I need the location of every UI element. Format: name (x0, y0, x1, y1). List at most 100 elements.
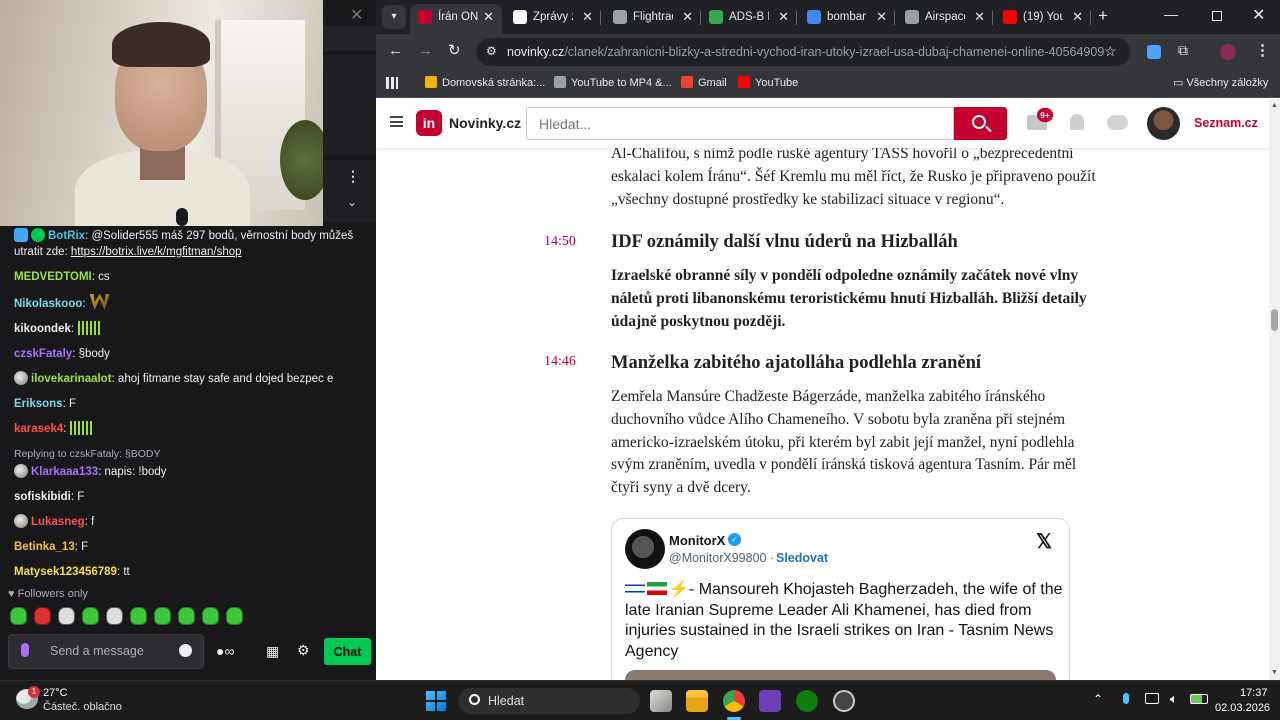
chat-send-button[interactable]: Chat (324, 638, 371, 665)
chat-username[interactable]: MEDVEDTOMI (14, 271, 92, 283)
emote[interactable] (226, 607, 243, 625)
tab-search-button[interactable]: ▾ (382, 5, 406, 29)
taskbar-search[interactable]: Hledat (458, 688, 640, 714)
clock-date[interactable]: 02.03.2026 (1215, 702, 1270, 714)
microphone-icon[interactable] (1123, 693, 1129, 704)
emote[interactable] (202, 607, 219, 625)
battery-icon[interactable] (1190, 694, 1208, 704)
close-icon[interactable]: ✕ (350, 5, 363, 25)
tab-close-icon[interactable]: ✕ (582, 4, 593, 30)
kebab-menu-icon[interactable]: ⋮ (346, 168, 360, 185)
tweet-author-name[interactable]: MonitorX (669, 533, 725, 548)
extension-icon[interactable] (1147, 45, 1161, 59)
task-view-icon[interactable] (650, 690, 672, 712)
apps-grid-icon[interactable] (386, 77, 398, 89)
chat-username[interactable]: karasek4 (14, 423, 63, 435)
page-scrollbar[interactable]: ▲ ▼ (1269, 99, 1280, 680)
profile-avatar-icon[interactable] (1220, 44, 1236, 60)
emote[interactable] (178, 607, 195, 625)
channel-points-icon[interactable]: ●∞ (216, 643, 234, 659)
tab-close-icon[interactable]: ✕ (974, 4, 985, 30)
bookmark-star-icon[interactable]: ☆ (1104, 43, 1117, 60)
temperature[interactable]: 27°C (43, 687, 68, 699)
volume-icon[interactable]: 🔈︎ (1170, 691, 1178, 707)
tweet-avatar[interactable] (625, 529, 665, 569)
reload-icon[interactable]: ↻ (448, 41, 461, 59)
tab-close-icon[interactable]: ✕ (483, 4, 494, 30)
chat-username[interactable]: Klarkaaa133 (31, 466, 98, 478)
chat-username[interactable]: BotRix (48, 230, 85, 242)
emote[interactable] (154, 607, 171, 625)
seznam-link[interactable]: Seznam.cz (1194, 116, 1258, 130)
user-badge-icon[interactable] (14, 514, 28, 528)
minimize-icon[interactable]: — (1164, 6, 1178, 22)
chevron-down-icon[interactable]: ⌄ (347, 195, 357, 209)
scrollbar-thumb[interactable] (1271, 309, 1278, 331)
chat-username[interactable]: sofiskibidi (14, 491, 71, 503)
x-logo-icon[interactable]: 𝕏 (1036, 529, 1052, 554)
tab-close-icon[interactable]: ✕ (682, 4, 693, 30)
emoji-icon[interactable] (179, 644, 192, 657)
chat-username[interactable]: ilovekarinaalot (31, 373, 112, 385)
emote[interactable] (10, 607, 27, 625)
user-avatar[interactable] (1147, 107, 1180, 140)
browser-tab[interactable]: Airspace ✕ (897, 4, 993, 34)
emote[interactable] (130, 607, 147, 625)
xbox-icon[interactable] (796, 690, 818, 712)
scroll-up-icon[interactable]: ▲ (1271, 102, 1278, 109)
extensions-puzzle-icon[interactable]: ⧉ (1178, 42, 1188, 59)
new-tab-icon[interactable]: + (1098, 6, 1108, 26)
bot-badge-icon[interactable] (14, 228, 28, 242)
hamburger-menu-icon[interactable] (390, 116, 403, 127)
browser-tab[interactable]: (19) You ✕ (995, 4, 1091, 34)
chat-username[interactable]: Betinka_13 (14, 541, 75, 553)
emote[interactable] (58, 607, 75, 625)
emote[interactable] (70, 421, 95, 435)
bookmark-item[interactable]: YouTube to MP4 &... (554, 76, 672, 89)
embedded-tweet[interactable]: MonitorX ✓ @MonitorX99800 · Sledovat 𝕏 ⚡… (611, 518, 1070, 680)
verified-badge-icon[interactable] (31, 228, 45, 242)
chat-message-input[interactable]: Send a message (8, 634, 204, 669)
site-logo-text[interactable]: Novinky.cz (449, 115, 521, 131)
chat-reply-context[interactable]: Replying to czskFataly: §BODY (0, 446, 376, 462)
browser-tab[interactable]: bombar ✕ (799, 4, 895, 34)
app-icon[interactable] (833, 690, 855, 712)
chrome-icon[interactable] (723, 690, 745, 712)
bookmark-item[interactable]: YouTube (738, 76, 798, 89)
novinky-logo-icon[interactable]: in (416, 110, 442, 136)
chat-username[interactable]: Nikolaskooo (14, 298, 82, 310)
browser-tab[interactable]: Flightrad ✕ (605, 4, 701, 34)
site-info-icon[interactable]: ⚙ (486, 44, 497, 58)
tab-close-icon[interactable]: ✕ (876, 4, 887, 30)
browser-tab[interactable]: Írán ONL ✕ (410, 4, 502, 34)
address-bar[interactable]: ⚙ novinky.cz/clanek/zahranicni-blizky-a-… (476, 38, 1130, 66)
emote[interactable] (34, 607, 51, 625)
user-badge-icon[interactable] (14, 464, 28, 478)
gear-icon[interactable]: ⚙ (297, 642, 310, 659)
back-arrow-icon[interactable]: ← (388, 42, 403, 59)
forward-arrow-icon[interactable]: → (418, 42, 433, 59)
bookmark-item[interactable]: Gmail (681, 76, 727, 89)
browser-tab[interactable]: Zprávy z ✕ (505, 4, 601, 34)
maximize-icon[interactable] (1212, 11, 1222, 21)
scroll-down-icon[interactable]: ▼ (1271, 669, 1278, 676)
chat-username[interactable]: czskFataly (14, 348, 72, 360)
tab-close-icon[interactable]: ✕ (1072, 4, 1083, 30)
chat-username[interactable]: Lukasneg (31, 516, 85, 528)
close-window-icon[interactable]: ✕ (1252, 5, 1265, 25)
tweet-media[interactable] (625, 670, 1056, 680)
site-search-button[interactable] (954, 107, 1007, 140)
store-icon[interactable]: ▦ (266, 643, 279, 660)
all-bookmarks[interactable]: ▭ Všechny záložky (1173, 76, 1268, 89)
weather-condition[interactable]: Částeč. oblačno (43, 701, 122, 713)
chat-username[interactable]: Eriksons (14, 398, 63, 410)
tab-close-icon[interactable]: ✕ (778, 4, 789, 30)
browser-tab[interactable]: ADS-B E ✕ (701, 4, 797, 34)
chat-bubble-icon[interactable] (1107, 115, 1128, 130)
network-icon[interactable] (1145, 693, 1159, 704)
emote[interactable] (89, 294, 110, 310)
microphone-icon[interactable] (21, 643, 29, 657)
browser-menu-icon[interactable]: ⋮ (1255, 41, 1270, 59)
user-badge-icon[interactable] (14, 371, 28, 385)
bookmark-item[interactable]: Domovská stránka:... (425, 76, 545, 89)
